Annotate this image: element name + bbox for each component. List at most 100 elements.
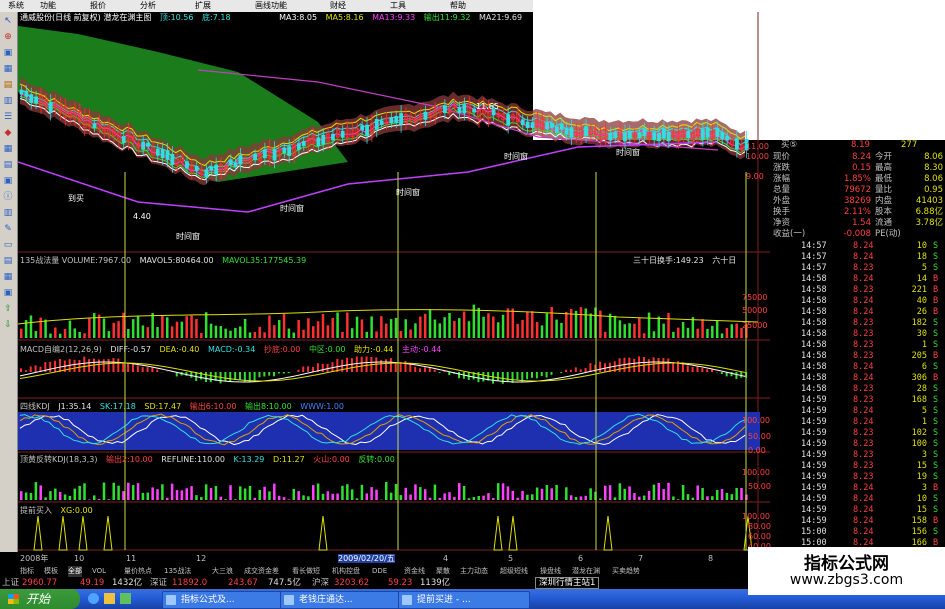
calc-icon[interactable]: ▤	[2, 80, 14, 90]
macd-bar	[350, 358, 353, 372]
volume-bar	[287, 328, 291, 338]
tab-1[interactable]: 模板	[44, 566, 58, 577]
menu-extend[interactable]: 扩展	[195, 0, 211, 12]
up-arrow-icon[interactable]: ⇧	[2, 304, 14, 314]
tick-price: 8.24	[853, 505, 874, 515]
candle-body	[155, 148, 160, 156]
tab-6[interactable]: 大三浪	[212, 566, 233, 577]
chart-canvas[interactable]	[17, 12, 770, 552]
macd-bar	[54, 360, 57, 372]
menu-drawing[interactable]: 画线功能	[255, 0, 287, 12]
info-icon[interactable]: ⓘ	[2, 192, 14, 202]
layout-icon[interactable]: ▥	[2, 208, 14, 218]
macd-bar	[458, 372, 460, 379]
chart-area[interactable]: 通威股份(日线 前复权) 潜龙在渊主图 顶:10.56 底:7.18 MA3:8…	[17, 12, 771, 563]
volume-bar	[569, 309, 573, 338]
quote-value: 1.54	[852, 218, 871, 228]
tab-16[interactable]: 潜龙在渊	[572, 566, 600, 577]
tick-time: 14:58	[801, 274, 827, 284]
menu-finance[interactable]: 财经	[330, 0, 346, 12]
menu-tools[interactable]: 工具	[390, 0, 406, 12]
tab-13[interactable]: 主力动态	[460, 566, 488, 577]
time-axis-2008: 2008年	[20, 554, 49, 563]
alert-icon[interactable]: ◆	[2, 128, 14, 138]
task-early-buy[interactable]: 提前买进 - ...	[398, 591, 530, 609]
tab-12[interactable]: 聚散	[436, 566, 450, 577]
tab-8[interactable]: 看长做短	[292, 566, 320, 577]
tick-volume: 15	[916, 505, 927, 515]
tab-10[interactable]: DDE	[372, 566, 387, 577]
report-icon[interactable]: ▤	[2, 160, 14, 170]
grid-icon[interactable]: ▦	[2, 64, 14, 74]
macd-bar	[511, 372, 514, 383]
reversal-bar	[516, 497, 519, 500]
candle-body	[253, 154, 258, 161]
quote-label: 最低	[875, 174, 893, 184]
tick-volume: 1	[921, 417, 927, 427]
cursor-icon[interactable]: ↖	[2, 16, 14, 26]
chart-icon[interactable]: ▥	[2, 96, 14, 106]
tab-5[interactable]: 135战法	[164, 566, 191, 577]
table-icon[interactable]: ▦	[2, 144, 14, 154]
reversal-bar	[477, 495, 480, 500]
reversal-bar	[151, 487, 154, 500]
tab-15[interactable]: 操盘线	[540, 566, 561, 577]
task-qianzhuang[interactable]: 老钱庄通达...	[280, 591, 412, 609]
tick-price: 8.23	[853, 351, 874, 361]
menu-system[interactable]: 系统	[8, 0, 24, 12]
volume-bar	[29, 315, 33, 338]
server-station[interactable]: 深圳行情主站1	[535, 577, 600, 589]
task-formula[interactable]: 指标公式及...	[162, 591, 294, 609]
list-icon[interactable]: ☰	[2, 112, 14, 122]
volume-bar	[492, 316, 495, 338]
tick-time: 14:58	[801, 373, 827, 383]
volume-bar	[73, 328, 77, 338]
book-icon[interactable]: ▣	[2, 288, 14, 298]
candle-body	[340, 130, 345, 138]
reversal-bar	[102, 482, 106, 500]
volume-bar	[414, 323, 417, 338]
reversal-bars	[20, 482, 748, 500]
tab-2[interactable]: 全部	[68, 566, 82, 577]
volume-bar	[565, 311, 568, 338]
reversal-bar	[355, 498, 359, 500]
menu-quote[interactable]: 报价	[90, 0, 106, 12]
menu-function[interactable]: 功能	[40, 0, 56, 12]
volume-bar	[117, 321, 120, 338]
folder-icon[interactable]	[104, 593, 115, 604]
tab-9[interactable]: 机构控盘	[332, 566, 360, 577]
down-arrow-icon[interactable]: ⇩	[2, 320, 14, 330]
candle-body	[141, 141, 146, 150]
reversal-bar	[88, 499, 91, 500]
volume-bar	[701, 319, 704, 338]
tick-volume: 10	[916, 494, 927, 504]
tab-7[interactable]: 成交资金差	[244, 566, 279, 577]
tick-side: S	[933, 252, 939, 262]
pen-icon[interactable]: ✎	[2, 224, 14, 234]
quote-label: 内盘	[875, 196, 893, 206]
tab-3[interactable]: VOL	[92, 566, 106, 577]
tick-price: 8.24	[853, 241, 874, 251]
tick-row: 14:59 8.23 15 S	[771, 461, 945, 472]
tab-4[interactable]: 量价热点	[124, 566, 152, 577]
zoom-icon[interactable]: ⊕	[2, 32, 14, 42]
news-icon[interactable]: ▣	[2, 176, 14, 186]
select-icon[interactable]: ▭	[2, 240, 14, 250]
macd-bar	[224, 372, 227, 382]
tab-11[interactable]: 资金线	[404, 566, 425, 577]
volume-bar	[170, 326, 174, 338]
tab-17[interactable]: 买卖趋势	[612, 566, 640, 577]
ie-icon[interactable]	[88, 593, 99, 604]
volume-bar	[526, 311, 529, 338]
menu-help[interactable]: 帮助	[450, 0, 466, 12]
menu-analysis[interactable]: 分析	[140, 0, 156, 12]
volume-bar	[535, 321, 539, 338]
start-button[interactable]: 开始	[0, 589, 80, 609]
page-icon[interactable]: ▤	[2, 256, 14, 266]
window-icon[interactable]: ▣	[2, 48, 14, 58]
note-icon[interactable]: ▦	[2, 272, 14, 282]
hs-index-value: 3203.62	[334, 578, 370, 588]
tab-0[interactable]: 指标	[20, 566, 34, 577]
tab-14[interactable]: 超级短线	[500, 566, 528, 577]
media-icon[interactable]	[120, 593, 131, 604]
